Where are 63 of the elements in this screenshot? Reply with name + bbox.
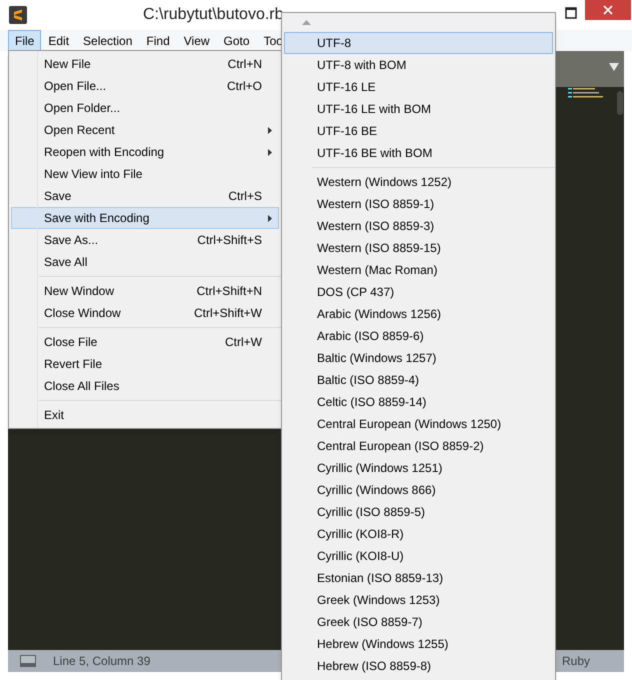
menu-entry[interactable]: UTF-16 LE with BOM [284, 98, 553, 120]
menu-entry[interactable]: Western (ISO 8859-3) [284, 215, 553, 237]
app-logo-icon [9, 6, 27, 24]
menu-entry[interactable]: Open Folder... [11, 97, 279, 119]
menu-entry[interactable]: Baltic (Windows 1257) [284, 347, 553, 369]
menu-item[interactable]: Selection [76, 30, 140, 51]
menu-entry[interactable]: New Window Ctrl+Shift+N [11, 280, 279, 302]
menu-entry[interactable]: Cyrillic (Windows 1251) [284, 457, 553, 479]
maximize-icon[interactable] [565, 7, 577, 19]
menu-entry[interactable]: Close File Ctrl+W [11, 331, 279, 353]
menu-entry[interactable]: Central European (Windows 1250) [284, 413, 553, 435]
menu-entry[interactable]: Open File... Ctrl+O [11, 75, 279, 97]
syntax-label[interactable]: Ruby [562, 652, 590, 670]
minimap-drawing [568, 87, 604, 99]
menu-entry[interactable]: Hebrew (ISO 8859-8) [284, 655, 553, 677]
menu-entry[interactable]: UTF-16 LE [284, 76, 553, 98]
menu-entry[interactable]: New File Ctrl+N [11, 53, 279, 75]
menu-entry[interactable]: Cyrillic (KOI8-R) [284, 523, 553, 545]
menu-entry[interactable]: Save All [11, 251, 279, 273]
menu-entry[interactable]: UTF-8 with BOM [284, 54, 553, 76]
menu-entry[interactable]: Western (Mac Roman) [284, 259, 553, 281]
menu-entry[interactable]: Arabic (ISO 8859-6) [284, 325, 553, 347]
menu-entry[interactable]: Western (Windows 1252) [284, 171, 553, 193]
close-icon [603, 5, 613, 15]
menu-entry[interactable]: Hebrew (Windows 1255) [284, 633, 553, 655]
menu-item[interactable]: Goto [216, 30, 257, 51]
menu-entry[interactable]: Central European (ISO 8859-2) [284, 435, 553, 457]
menu-entry[interactable]: Open Recent [11, 119, 279, 141]
menu-entry[interactable]: Western (ISO 8859-1) [284, 193, 553, 215]
menu-entry[interactable]: Close All Files [11, 375, 279, 397]
menu-entry[interactable]: Greek (ISO 8859-7) [284, 611, 553, 633]
dropdown-arrow-icon[interactable] [609, 63, 619, 71]
menu-entry[interactable]: Greek (Windows 1253) [284, 589, 553, 611]
menu-item[interactable]: Edit [41, 30, 76, 51]
menu-entry[interactable]: Cyrillic (KOI8-U) [284, 545, 553, 567]
menu-entry[interactable]: Save As... Ctrl+Shift+S [11, 229, 279, 251]
menu-entry[interactable]: UTF-16 BE with BOM [284, 142, 553, 164]
window-title: C:\rubytut\butovo.rb [143, 5, 284, 25]
menu-item[interactable]: View [176, 30, 217, 51]
menu-entry[interactable]: Arabic (Windows 1256) [284, 303, 553, 325]
menu-entry[interactable]: Estonian (ISO 8859-13) [284, 567, 553, 589]
menu-entry[interactable]: Cyrillic (Windows 866) [284, 479, 553, 501]
menu-entry[interactable]: Close Window Ctrl+Shift+W [11, 302, 279, 324]
menu-entry[interactable]: Baltic (ISO 8859-4) [284, 369, 553, 391]
cursor-position: Line 5, Column 39 [53, 653, 150, 670]
menu-entry[interactable]: Save Ctrl+S [11, 185, 279, 207]
menu-entry[interactable]: Cyrillic (ISO 8859-5) [284, 501, 553, 523]
close-button[interactable] [585, 0, 631, 20]
scroll-up-icon[interactable] [302, 20, 311, 25]
menu-entry[interactable]: DOS (CP 437) [284, 281, 553, 303]
menu-item[interactable]: File [8, 30, 42, 51]
menu-entry[interactable]: Exit [11, 404, 279, 426]
menu-entry[interactable]: Revert File [11, 353, 279, 375]
menu-entry[interactable]: UTF-16 BE [284, 120, 553, 142]
menu-item[interactable]: Find [139, 30, 177, 51]
menu-entry[interactable]: UTF-8 [284, 32, 553, 54]
menu-entry[interactable]: New View into File [11, 163, 279, 185]
scrollbar-thumb[interactable] [617, 91, 623, 115]
panel-icon[interactable] [20, 655, 36, 667]
menu-entry[interactable]: Reopen with Encoding [11, 141, 279, 163]
menu-entry[interactable]: Western (ISO 8859-15) [284, 237, 553, 259]
menu-entry[interactable]: Save with Encoding [11, 207, 279, 229]
menu-entry[interactable]: Celtic (ISO 8859-14) [284, 391, 553, 413]
